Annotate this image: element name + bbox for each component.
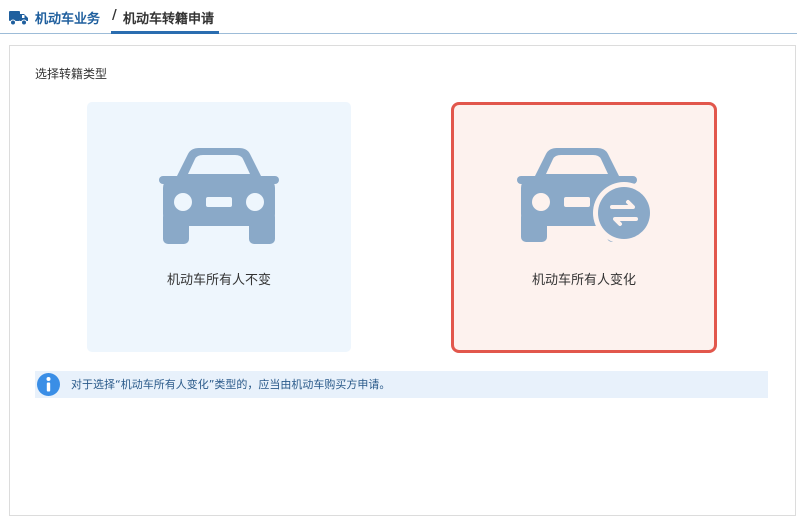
option-label: 机动车所有人不变 bbox=[166, 273, 271, 288]
notice-text: 对于选择“机动车所有人变化”类型的，应当由机动车购买方申请。 bbox=[71, 378, 391, 391]
notice-bar: 对于选择“机动车所有人变化”类型的，应当由机动车购买方申请。 bbox=[35, 371, 768, 398]
section-label: 选择转籍类型 bbox=[35, 67, 108, 81]
info-icon bbox=[37, 373, 60, 396]
option-card-owner-changed[interactable]: 机动车所有人变化 bbox=[451, 102, 717, 353]
truck-icon bbox=[9, 11, 28, 26]
breadcrumb-active-underline bbox=[111, 31, 219, 34]
breadcrumb-parent-link[interactable]: 机动车业务 bbox=[35, 8, 100, 27]
top-bar: 机动车业务 / 机动车转籍申请 bbox=[0, 0, 797, 34]
car-icon bbox=[159, 148, 279, 244]
breadcrumb-current: 机动车转籍申请 bbox=[123, 12, 215, 27]
option-card-owner-unchanged[interactable]: 机动车所有人不变 bbox=[87, 102, 351, 352]
car-transfer-icon bbox=[517, 148, 655, 244]
breadcrumb-separator: / bbox=[112, 8, 117, 23]
option-label: 机动车所有人变化 bbox=[531, 273, 636, 288]
